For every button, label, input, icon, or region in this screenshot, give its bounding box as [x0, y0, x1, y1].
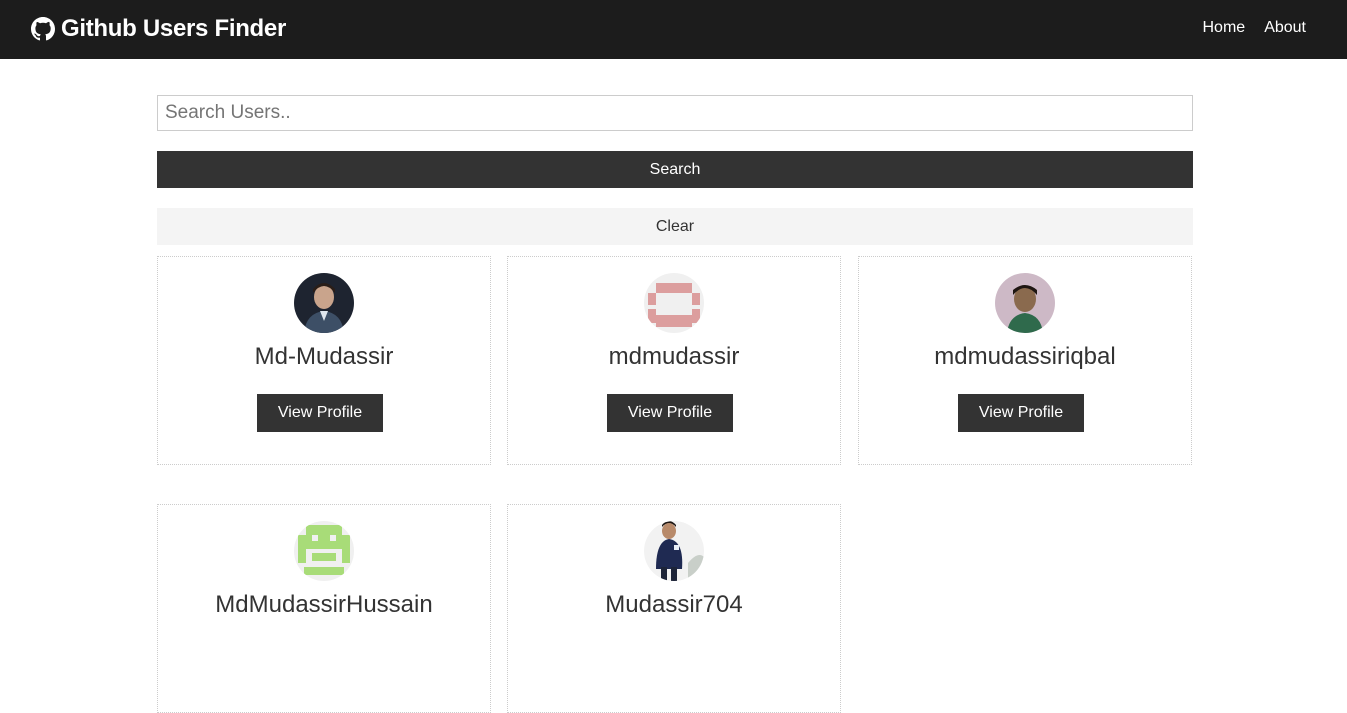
nav-link-about[interactable]: About: [1264, 19, 1306, 37]
avatar: [995, 273, 1055, 333]
user-card: Mudassir704: [507, 504, 841, 713]
user-card: mdmudassiriqbal View Profile: [858, 256, 1192, 465]
nav-link-home[interactable]: Home: [1203, 19, 1246, 37]
username: Mudassir704: [605, 591, 743, 618]
view-profile-button[interactable]: View Profile: [607, 394, 733, 432]
search-input[interactable]: [157, 95, 1193, 131]
user-card: Md-Mudassir View Profile: [157, 256, 491, 465]
navbar: Github Users Finder Home About: [0, 0, 1347, 59]
avatar: [294, 273, 354, 333]
avatar: [644, 273, 704, 333]
avatar: [294, 521, 354, 581]
view-profile-button[interactable]: View Profile: [958, 394, 1084, 432]
user-card: mdmudassir View Profile: [507, 256, 841, 465]
username: MdMudassirHussain: [215, 591, 433, 618]
search-button[interactable]: Search: [157, 151, 1193, 188]
username: Md-Mudassir: [254, 343, 394, 370]
view-profile-button[interactable]: View Profile: [257, 394, 383, 432]
github-icon: [31, 17, 55, 41]
brand[interactable]: Github Users Finder: [31, 14, 286, 44]
username: mdmudassiriqbal: [934, 343, 1116, 370]
clear-button[interactable]: Clear: [157, 208, 1193, 245]
brand-title: Github Users Finder: [61, 15, 286, 42]
avatar: [644, 521, 704, 581]
username: mdmudassir: [608, 343, 740, 370]
nav-links: Home About: [1184, 19, 1307, 37]
user-card: MdMudassirHussain: [157, 504, 491, 713]
